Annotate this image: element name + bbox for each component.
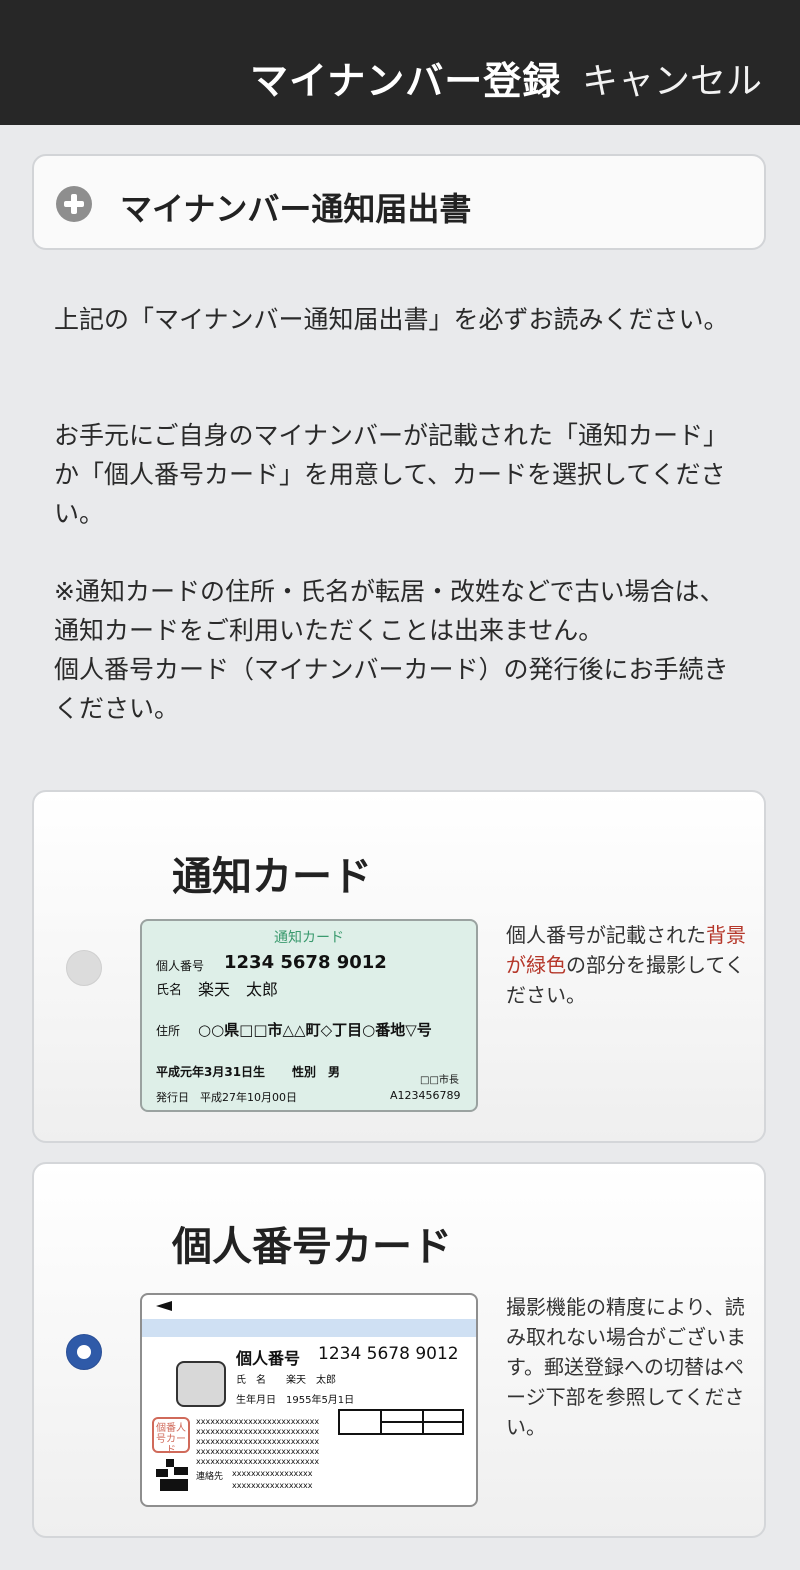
radio-notification-card[interactable] <box>66 950 102 986</box>
card-birth: 1955年5月1日 <box>286 1395 355 1406</box>
card-name-label: 氏名 <box>156 983 183 998</box>
cancel-button[interactable]: キャンセル <box>582 52 762 104</box>
card-xline: xxxxxxxxxxxxxxxxxxxxxxxxxx <box>196 1447 320 1456</box>
app-header: マイナンバー登録 キャンセル <box>0 0 800 125</box>
option-title: 通知カード <box>172 854 372 900</box>
card-issued: 発行日 平成27年10月00日 <box>156 1091 297 1104</box>
instruction-warning: ※通知カードの住所・氏名が転居・改姓などで古い場合は、通知カードをご利用いただく… <box>54 572 744 728</box>
card-xline: xxxxxxxxxxxxxxxxxxxxxxxxxx <box>196 1427 320 1436</box>
card-number: 1234 5678 9012 <box>318 1344 459 1364</box>
plus-circle-icon <box>56 186 92 222</box>
card-address: ○○県□□市△△町◇丁目○番地▽号 <box>198 1021 432 1039</box>
card-xline: xxxxxxxxxxxxxxxxxxxxxxxxxx <box>196 1417 320 1426</box>
card-name: 楽天 太郎 <box>286 1375 336 1386</box>
card-sex: 性別 男 <box>292 1065 341 1079</box>
card-name-label: 氏 名 <box>236 1375 266 1386</box>
card-address-label: 住所 <box>156 1024 181 1038</box>
card-birth-label: 生年月日 <box>236 1395 276 1406</box>
card-stripe <box>142 1319 476 1337</box>
option-notification-card[interactable]: 通知カード 通知カード 個人番号 1234 5678 9012 氏名 楽天 太郎… <box>32 790 766 1143</box>
radio-mynumber-card[interactable] <box>66 1334 102 1370</box>
card-contact-label: 連絡先 <box>196 1472 224 1482</box>
card-contact: xxxxxxxxxxxxxxxxx <box>232 1469 313 1478</box>
instruction-prepare-card: お手元にご自身のマイナンバーが記載された「通知カード」か「個人番号カード」を用意… <box>54 421 729 528</box>
number-boxes <box>338 1409 464 1435</box>
page-title: マイナンバー登録 <box>250 59 562 103</box>
option-mynumber-card[interactable]: 個人番号カード 個人番号 1234 5678 9012 氏 名 楽天 太郎 生年… <box>32 1162 766 1538</box>
card-stamp: 個番人号カード <box>152 1417 190 1456</box>
card-header: 通知カード <box>274 930 344 946</box>
instruction-read-notice: 上記の「マイナンバー通知届出書」を必ずお読みください。 <box>54 305 729 334</box>
warning-text: ※通知カードの住所・氏名が転居・改姓などで古い場合は、通知カードをご利用いただく… <box>54 577 725 645</box>
qr-icon <box>156 1459 188 1491</box>
card-birth: 平成元年3月31日生 <box>156 1065 266 1079</box>
card-mayor: □□市長 <box>420 1075 459 1086</box>
mynumber-card-note: 撮影機能の精度により、読み取れない場合がございます。郵送登録への切替はページ下部… <box>506 1295 746 1439</box>
option-title: 個人番号カード <box>172 1224 452 1270</box>
card-serial: A123456789 <box>390 1089 461 1102</box>
card-xline: xxxxxxxxxxxxxxxxxxxxxxxxxx <box>196 1457 320 1466</box>
warning-text-2: 個人番号カード（マイナンバーカード）の発行後にお手続きください。 <box>54 655 729 723</box>
card-xline: xxxxxxxxxxxxxxxxxxxxxxxxxx <box>196 1437 320 1446</box>
notification-card-illustration: 通知カード 個人番号 1234 5678 9012 氏名 楽天 太郎 住所 ○○… <box>140 919 478 1112</box>
notification-card-note: 個人番号が記載された背景が緑色の部分を撮影してください。 <box>506 920 746 1010</box>
card-number: 1234 5678 9012 <box>224 952 387 973</box>
mynumber-card-illustration: 個人番号 1234 5678 9012 氏 名 楽天 太郎 生年月日 1955年… <box>140 1293 478 1507</box>
notice-document-button[interactable]: マイナンバー通知届出書 <box>32 154 766 250</box>
card-contact-2: xxxxxxxxxxxxxxxxx <box>232 1481 313 1490</box>
card-name: 楽天 太郎 <box>198 980 279 999</box>
notice-document-label: マイナンバー通知届出書 <box>120 190 472 228</box>
card-number-label: 個人番号 <box>156 959 205 973</box>
photo-placeholder <box>176 1361 226 1407</box>
note-text: 個人番号が記載された <box>506 923 706 947</box>
card-number-label: 個人番号 <box>236 1349 301 1368</box>
triangle-icon <box>156 1301 172 1311</box>
